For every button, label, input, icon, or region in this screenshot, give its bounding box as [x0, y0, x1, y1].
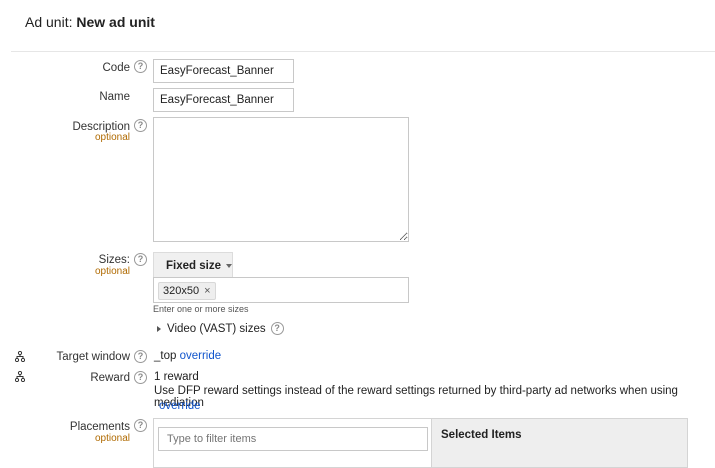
target-window-label: Target window	[56, 351, 130, 363]
reward-help-icon[interactable]: ?	[134, 371, 147, 384]
name-input[interactable]	[153, 88, 294, 112]
description-textarea[interactable]	[153, 117, 409, 242]
target-window-override-link[interactable]: override	[180, 350, 222, 362]
sizes-help-icon[interactable]: ?	[134, 253, 147, 266]
size-chip-label: 320x50	[163, 285, 200, 297]
sizes-hint: Enter one or more sizes	[153, 304, 249, 314]
selected-items-title: Selected Items	[441, 429, 522, 441]
reward-value: 1 reward	[154, 371, 199, 383]
fixed-size-dropdown[interactable]: Fixed size	[153, 252, 233, 278]
size-chip: 320x50 ×	[158, 282, 216, 300]
video-vast-sizes-toggle[interactable]: Video (VAST) sizes ?	[157, 322, 284, 335]
sizes-input[interactable]: 320x50 ×	[153, 277, 409, 303]
name-label: Name	[99, 91, 130, 103]
chevron-down-icon	[225, 263, 232, 268]
target-window-value: _top override	[154, 350, 221, 362]
expand-triangle-icon	[157, 325, 161, 332]
code-label: Code	[102, 62, 131, 74]
sizes-optional-label: optional	[94, 266, 130, 277]
code-help-icon[interactable]: ?	[134, 60, 147, 73]
target-window-text: _top	[154, 350, 177, 362]
title-divider	[11, 51, 715, 52]
placements-picker: Selected Items	[153, 418, 688, 468]
video-vast-sizes-label: Video (VAST) sizes	[167, 322, 266, 335]
placements-filter-input[interactable]	[158, 427, 428, 451]
vast-help-icon[interactable]: ?	[270, 322, 284, 335]
placements-optional-label: optional	[94, 433, 130, 444]
reward-description: Use DFP reward settings instead of the r…	[154, 385, 678, 409]
page-title-text: New ad unit	[76, 14, 155, 30]
page-title-prefix: Ad unit:	[25, 14, 77, 30]
close-icon[interactable]: ×	[204, 283, 210, 299]
description-optional-label: optional	[94, 132, 130, 143]
placements-help-icon[interactable]: ?	[134, 419, 147, 432]
code-input[interactable]	[153, 59, 294, 83]
fixed-size-label: Fixed size	[166, 259, 221, 272]
target-window-help-icon[interactable]: ?	[134, 350, 147, 363]
page-title: Ad unit: New ad unit	[25, 14, 155, 30]
reward-override-link[interactable]: override	[159, 400, 201, 412]
description-help-icon[interactable]: ?	[134, 119, 147, 132]
reward-label: Reward	[90, 372, 130, 384]
